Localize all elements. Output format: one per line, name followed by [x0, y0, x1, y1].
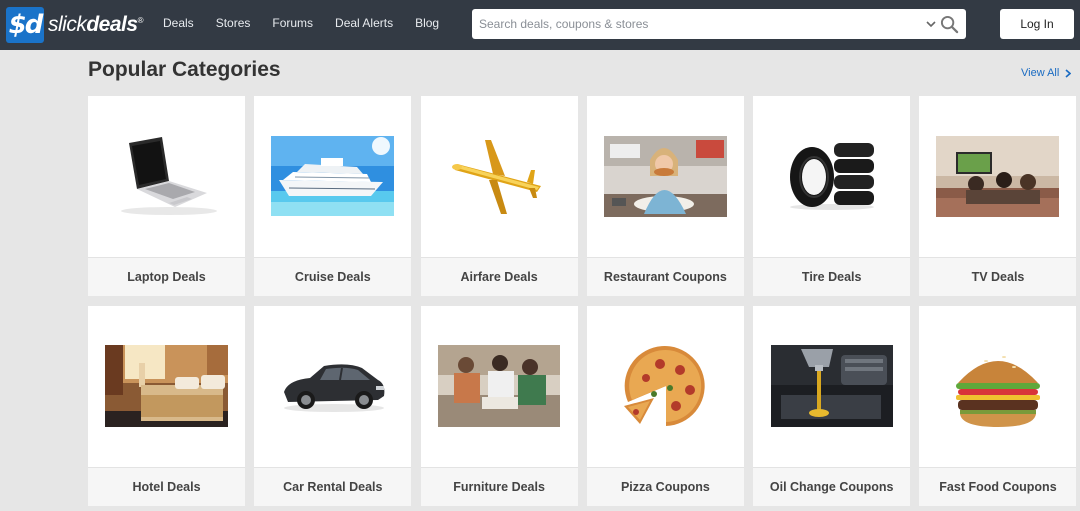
view-all-label: View All: [1021, 67, 1060, 79]
nav-deals[interactable]: Deals: [163, 16, 194, 30]
category-card-tv[interactable]: TV Deals: [919, 96, 1077, 296]
category-card-laptop[interactable]: Laptop Deals: [88, 96, 245, 296]
category-card-pizza[interactable]: Pizza Coupons: [586, 306, 744, 506]
nav-blog[interactable]: Blog: [415, 16, 439, 30]
category-label: Cruise Deals: [254, 257, 412, 296]
category-label: Hotel Deals: [88, 467, 245, 506]
nav-deal-alerts[interactable]: Deal Alerts: [335, 16, 393, 30]
category-card-hotel[interactable]: Hotel Deals: [88, 306, 245, 506]
category-card-fast-food[interactable]: Fast Food Coupons: [919, 306, 1077, 506]
category-label: Furniture Deals: [420, 467, 578, 506]
pizza-image: [587, 306, 744, 466]
view-all-link[interactable]: View All: [1021, 67, 1072, 79]
category-card-tires[interactable]: Tire Deals: [753, 96, 911, 296]
category-card-car-rental[interactable]: Car Rental Deals: [254, 306, 412, 506]
category-label: Oil Change Coupons: [753, 467, 911, 506]
laptop-image: [88, 96, 245, 256]
category-card-airfare[interactable]: Airfare Deals: [420, 96, 578, 296]
oil-change-image: [753, 306, 910, 466]
logo-wordmark: slickdeals®: [48, 13, 143, 36]
nav-stores[interactable]: Stores: [216, 16, 251, 30]
search-box: [472, 9, 966, 39]
category-card-oil-change[interactable]: Oil Change Coupons: [753, 306, 911, 506]
search-icon[interactable]: [940, 15, 959, 34]
category-grid: Laptop Deals Cruise Deals Airfare Deals …: [88, 96, 1078, 506]
search-input[interactable]: [472, 9, 912, 39]
main-nav: Deals Stores Forums Deal Alerts Blog: [163, 16, 461, 30]
category-card-furniture[interactable]: Furniture Deals: [420, 306, 578, 506]
tires-image: [753, 96, 910, 256]
category-label: Tire Deals: [753, 257, 911, 296]
top-nav-bar: $d slickdeals® Deals Stores Forums Deal …: [0, 0, 1080, 50]
category-label: Fast Food Coupons: [919, 467, 1077, 506]
hotel-room-image: [88, 306, 245, 466]
burger-image: [919, 306, 1076, 466]
category-card-restaurant[interactable]: Restaurant Coupons: [586, 96, 744, 296]
section-title: Popular Categories: [88, 58, 281, 81]
cruise-ship-image: [254, 96, 411, 256]
category-label: Car Rental Deals: [254, 467, 412, 506]
car-image: [254, 306, 411, 466]
nav-forums[interactable]: Forums: [272, 16, 313, 30]
category-label: Laptop Deals: [88, 257, 245, 296]
logo-mark: $d: [6, 7, 44, 43]
airplane-image: [421, 96, 578, 256]
chevron-right-icon: [1065, 68, 1072, 78]
category-label: TV Deals: [919, 257, 1077, 296]
chevron-down-icon[interactable]: [925, 18, 937, 30]
category-card-cruise[interactable]: Cruise Deals: [254, 96, 412, 296]
furniture-image: [421, 306, 578, 466]
category-label: Pizza Coupons: [586, 467, 744, 506]
slickdeals-logo[interactable]: $d slickdeals®: [6, 6, 143, 44]
tv-image: [919, 96, 1076, 256]
category-label: Airfare Deals: [420, 257, 578, 296]
login-button[interactable]: Log In: [1000, 9, 1074, 39]
category-label: Restaurant Coupons: [586, 257, 744, 296]
restaurant-image: [587, 96, 744, 256]
